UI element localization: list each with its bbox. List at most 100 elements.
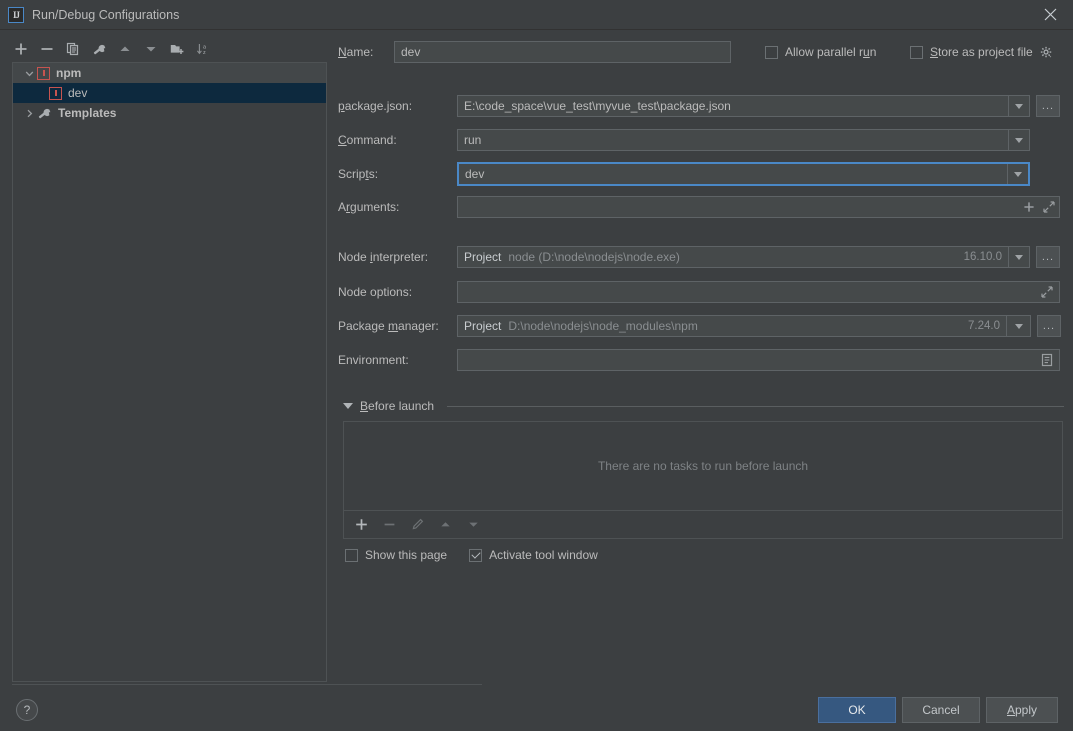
command-combo[interactable]: run xyxy=(457,129,1030,151)
node-interpreter-value: node (D:\node\nodejs\node.exe) xyxy=(508,250,680,264)
sort-alphabetically-icon[interactable]: a z xyxy=(190,37,216,61)
package-manager-dropdown[interactable] xyxy=(1007,315,1031,337)
tree-node-label: Templates xyxy=(58,106,117,120)
package-manager-scope: Project xyxy=(464,319,502,333)
node-interpreter-version: 16.10.0 xyxy=(963,251,1002,263)
svg-text:z: z xyxy=(203,50,206,56)
tree-node-npm[interactable]: npm xyxy=(13,63,326,83)
browse-label: ... xyxy=(1041,99,1055,112)
package-manager-version: 7.24.0 xyxy=(968,320,1000,332)
activate-tool-window-checkbox[interactable]: Activate tool window xyxy=(469,548,598,562)
package-manager-browse-button[interactable]: ... xyxy=(1037,315,1061,337)
collapse-triangle-icon[interactable] xyxy=(343,403,353,409)
arguments-label: Arguments: xyxy=(338,200,400,214)
chevron-right-icon[interactable] xyxy=(21,103,37,123)
wrench-icon[interactable] xyxy=(86,37,112,61)
arguments-input[interactable] xyxy=(457,196,1060,218)
title-bar: IJ Run/Debug Configurations xyxy=(0,0,1073,29)
checkbox-box[interactable] xyxy=(469,548,483,562)
window-title: Run/Debug Configurations xyxy=(32,7,180,22)
tree-toolbar: a z xyxy=(8,36,324,62)
node-interpreter-scope: Project xyxy=(464,250,502,264)
node-interpreter-combo[interactable]: Project node (D:\node\nodejs\node.exe) 1… xyxy=(457,246,1030,268)
checkbox-box[interactable] xyxy=(765,45,778,59)
expand-icon[interactable] xyxy=(1041,286,1053,298)
before-launch-header[interactable]: Before launch xyxy=(343,398,1064,414)
store-as-project-file-label: Store as project file xyxy=(930,45,1033,59)
name-value: dev xyxy=(401,45,421,59)
add-task-button[interactable] xyxy=(348,513,374,537)
logo-text: IJ xyxy=(12,9,20,20)
name-input[interactable]: dev xyxy=(394,41,731,63)
run-debug-configurations-dialog: IJ Run/Debug Configurations a z npm dev … xyxy=(0,0,1073,731)
cancel-label: Cancel xyxy=(922,703,960,717)
gear-icon[interactable] xyxy=(1040,46,1053,59)
scripts-row: Scripts: dev xyxy=(338,162,1030,186)
remove-task-button[interactable] xyxy=(376,513,402,537)
node-interpreter-browse-button[interactable]: ... xyxy=(1036,246,1060,268)
package-manager-label: Package manager: xyxy=(338,319,439,333)
chevron-down-icon[interactable] xyxy=(1008,130,1029,150)
checkbox-box[interactable] xyxy=(345,548,358,562)
name-label: Name: xyxy=(338,45,374,59)
title-separator xyxy=(0,29,1073,30)
node-options-row: Node options: xyxy=(338,281,1060,303)
move-task-down-button[interactable] xyxy=(460,513,486,537)
package-json-row: package.json: E:\code_space\vue_test\myv… xyxy=(338,95,1060,117)
checkbox-box[interactable] xyxy=(910,45,923,59)
command-value: run xyxy=(464,133,482,147)
store-as-project-file-checkbox[interactable]: Store as project file xyxy=(910,45,1053,59)
folder-add-icon[interactable] xyxy=(164,37,190,61)
chevron-down-icon[interactable] xyxy=(1007,164,1028,184)
npm-icon xyxy=(37,66,50,80)
package-json-combo[interactable]: E:\code_space\vue_test\myvue_test\packag… xyxy=(457,95,1030,117)
move-task-up-button[interactable] xyxy=(432,513,458,537)
before-launch-tasks-panel[interactable]: There are no tasks to run before launch xyxy=(343,421,1063,511)
chevron-down-icon[interactable] xyxy=(1008,96,1029,116)
scripts-label: Scripts: xyxy=(338,167,379,181)
command-row: Command: run xyxy=(338,129,1030,151)
chevron-down-icon[interactable] xyxy=(1008,247,1029,267)
plus-icon[interactable] xyxy=(8,37,34,61)
expand-icon[interactable] xyxy=(1043,201,1055,213)
chevron-down-icon[interactable] xyxy=(21,63,37,83)
list-edit-icon[interactable] xyxy=(1040,353,1054,367)
allow-parallel-run-checkbox[interactable]: Allow parallel run xyxy=(765,45,876,59)
package-json-label: package.json: xyxy=(338,99,413,113)
copy-icon[interactable] xyxy=(60,37,86,61)
arguments-row: Arguments: xyxy=(338,196,1060,218)
package-json-browse-button[interactable]: ... xyxy=(1036,95,1060,117)
package-manager-value: D:\node\nodejs\node_modules\npm xyxy=(508,319,698,333)
close-icon[interactable] xyxy=(1028,0,1073,29)
intellij-logo-icon: IJ xyxy=(8,6,24,23)
arrow-down-icon[interactable] xyxy=(138,37,164,61)
minus-icon[interactable] xyxy=(34,37,60,61)
tree-node-templates[interactable]: Templates xyxy=(13,103,326,123)
ok-button[interactable]: OK xyxy=(818,697,896,723)
node-options-label: Node options: xyxy=(338,285,413,299)
before-launch-divider xyxy=(447,405,1064,407)
environment-input[interactable] xyxy=(457,349,1060,371)
browse-label: ... xyxy=(1042,319,1056,332)
cancel-button[interactable]: Cancel xyxy=(902,697,980,723)
package-manager-row: Package manager: Project D:\node\nodejs\… xyxy=(338,315,1061,337)
configurations-tree[interactable]: npm dev Templates xyxy=(12,62,327,682)
tree-node-dev[interactable]: dev xyxy=(13,83,326,103)
help-label: ? xyxy=(23,703,31,717)
help-button[interactable]: ? xyxy=(16,699,38,721)
node-options-input[interactable] xyxy=(457,281,1060,303)
before-launch-title: Before launch xyxy=(360,399,435,413)
browse-label: ... xyxy=(1041,250,1055,263)
footer-separator xyxy=(12,684,482,685)
before-launch-empty-message: There are no tasks to run before launch xyxy=(597,459,809,473)
name-row: Name: dev xyxy=(338,41,731,63)
apply-button[interactable]: Apply xyxy=(986,697,1058,723)
arrow-up-icon[interactable] xyxy=(112,37,138,61)
command-label: Command: xyxy=(338,133,397,147)
scripts-combo[interactable]: dev xyxy=(457,162,1030,186)
package-manager-field[interactable]: Project D:\node\nodejs\node_modules\npm … xyxy=(457,315,1007,337)
environment-row: Environment: xyxy=(338,349,1060,371)
plus-icon[interactable] xyxy=(1023,201,1035,213)
show-this-page-checkbox[interactable]: Show this page xyxy=(345,548,447,562)
edit-task-button[interactable] xyxy=(404,513,430,537)
